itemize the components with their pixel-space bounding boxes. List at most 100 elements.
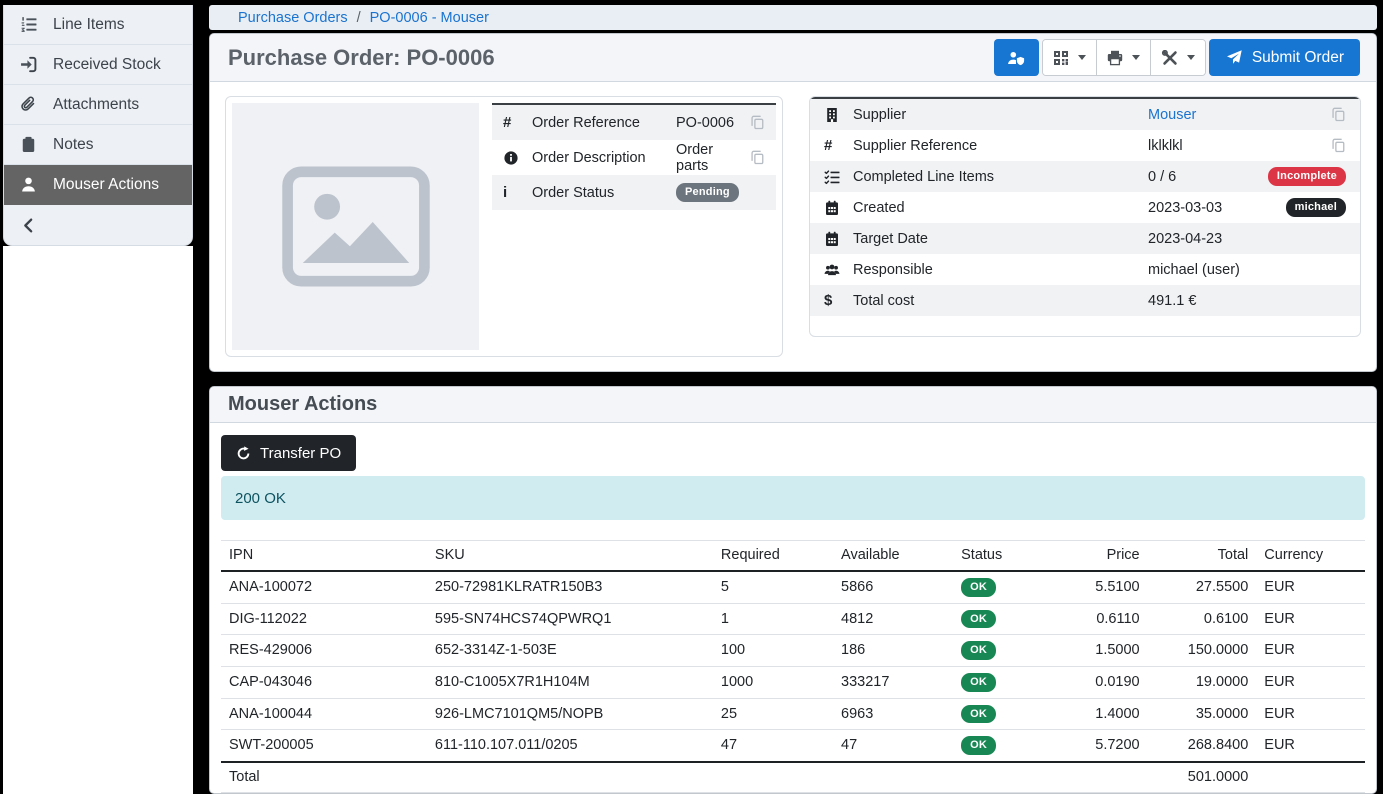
breadcrumb-link-current-order[interactable]: PO-0006 - Mouser	[370, 10, 489, 26]
detail-label: Order Description	[532, 150, 676, 166]
detail-label: Completed Line Items	[853, 169, 1148, 185]
cell-total: 27.5500	[1148, 571, 1257, 603]
submit-order-label: Submit Order	[1252, 49, 1344, 67]
detail-row-order-description: Order DescriptionOrder parts	[492, 140, 776, 175]
cell-total: 268.8400	[1148, 730, 1257, 762]
column-header-required: Required	[713, 541, 833, 572]
cell-ipn: RES-429006	[221, 635, 427, 667]
badge-michael: michael	[1286, 198, 1346, 217]
badge-pending: Pending	[676, 183, 739, 202]
cell-total: 0.6100	[1148, 603, 1257, 635]
line-item-row: CAP-043046810-C1005X7R1H104M1000333217OK…	[221, 667, 1365, 699]
calendar-icon	[824, 200, 840, 216]
detail-row-completed-line-items: Completed Line Items0 / 6 Incomplete	[810, 161, 1360, 192]
sidebar-item-label: Line Items	[53, 16, 125, 34]
detail-row-end	[743, 115, 765, 130]
detail-row-responsible: Responsiblemichael (user)	[810, 254, 1360, 285]
detail-value: 0 / 6	[1148, 169, 1256, 185]
cell-status: OK	[953, 635, 1073, 667]
line-item-row: SWT-200005611-110.107.011/02054747OK5.72…	[221, 730, 1365, 762]
badge-ok: OK	[961, 705, 996, 724]
copy-icon[interactable]	[750, 150, 765, 165]
cell-price: 5.5100	[1073, 571, 1147, 603]
transfer-po-button[interactable]: Transfer PO	[221, 435, 356, 471]
detail-row-end: michael	[1256, 198, 1346, 217]
detail-label: Supplier Reference	[853, 138, 1148, 154]
detail-icon-cell	[824, 107, 853, 123]
column-header-total: Total	[1148, 541, 1257, 572]
caret-down-icon	[1132, 55, 1140, 60]
image-placeholder-icon	[280, 164, 432, 289]
detail-row-end: Incomplete	[1256, 167, 1346, 186]
cell-available: 333217	[833, 667, 953, 699]
copy-icon[interactable]	[1331, 138, 1346, 153]
cell-price: 0.6110	[1073, 603, 1147, 635]
supplier-detail-table: SupplierMouser#Supplier Referencelklklkl…	[810, 97, 1360, 316]
mouser-actions-header: Mouser Actions	[210, 387, 1376, 423]
printer-menu-button[interactable]	[1097, 40, 1151, 75]
cell-status: OK	[953, 571, 1073, 603]
user-permissions-button[interactable]	[994, 39, 1039, 76]
tools-menu-button[interactable]	[1151, 40, 1205, 75]
sidebar-collapse-button[interactable]	[4, 205, 192, 245]
breadcrumb: Purchase Orders / PO-0006 - Mouser	[209, 5, 1377, 30]
dollar-icon: $	[824, 292, 832, 309]
badge-ok: OK	[961, 736, 996, 755]
order-image-placeholder	[232, 103, 479, 350]
cell-ipn: ANA-100044	[221, 698, 427, 730]
detail-icon-cell	[824, 169, 853, 185]
detail-value: Pending	[676, 183, 743, 202]
line-item-row: ANA-100044926-LMC7101QM5/NOPB256963OK1.4…	[221, 698, 1365, 730]
sidebar-item-line-items[interactable]: Line Items	[4, 5, 192, 45]
sidebar-item-label: Attachments	[53, 96, 139, 114]
cell-required: 100	[713, 635, 833, 667]
detail-value-text: 0 / 6	[1148, 169, 1176, 185]
sidebar-item-received-stock[interactable]: Received Stock	[4, 45, 192, 85]
sidebar-item-mouser-actions[interactable]: Mouser Actions	[4, 165, 192, 205]
detail-row-end	[1256, 138, 1346, 153]
cell-total: 19.0000	[1148, 667, 1257, 699]
panel-title: Mouser Actions	[228, 393, 377, 416]
total-row-label: Total	[221, 762, 427, 793]
sidebar-item-attachments[interactable]: Attachments	[4, 85, 192, 125]
line-item-row: ANA-100072250-72981KLRATR150B355866OK5.5…	[221, 571, 1365, 603]
qrcode-menu-button[interactable]	[1043, 40, 1097, 75]
total-row-empty-cell	[427, 762, 713, 793]
column-header-sku: SKU	[427, 541, 713, 572]
sidebar-item-notes[interactable]: Notes	[4, 125, 192, 165]
purchase-order-header: Purchase Order: PO-0006 Submit Order	[210, 34, 1376, 82]
detail-icon-cell: #	[824, 137, 853, 154]
detail-icon-cell: $	[824, 292, 853, 309]
cell-available: 6963	[833, 698, 953, 730]
detail-label: Total cost	[853, 293, 1148, 309]
total-row-empty-cell	[833, 762, 953, 793]
cell-price: 1.5000	[1073, 635, 1147, 667]
cell-sku: 652-3314Z-1-503E	[427, 635, 713, 667]
detail-value: 2023-03-03	[1148, 200, 1256, 216]
left-column: Line Items Received Stock Attachments Notes…	[3, 5, 193, 794]
detail-icon-cell: i	[503, 184, 532, 201]
cell-status: OK	[953, 730, 1073, 762]
cell-price: 1.4000	[1073, 698, 1147, 730]
cell-currency: EUR	[1256, 730, 1365, 762]
detail-label: Order Status	[532, 185, 676, 201]
cell-currency: EUR	[1256, 603, 1365, 635]
detail-label: Responsible	[853, 262, 1148, 278]
detail-row-end	[1256, 107, 1346, 122]
cell-ipn: CAP-043046	[221, 667, 427, 699]
breadcrumb-link-purchase-orders[interactable]: Purchase Orders	[238, 10, 348, 26]
column-header-available: Available	[833, 541, 953, 572]
detail-label: Created	[853, 200, 1148, 216]
cell-status: OK	[953, 698, 1073, 730]
qrcode-icon	[1052, 50, 1070, 66]
table-header-row: IPNSKURequiredAvailableStatusPriceTotalC…	[221, 541, 1365, 572]
clipboard-icon	[19, 136, 38, 153]
supplier-link[interactable]: Mouser	[1148, 107, 1196, 123]
submit-order-button[interactable]: Submit Order	[1209, 39, 1360, 76]
cell-required: 5	[713, 571, 833, 603]
copy-icon[interactable]	[1331, 107, 1346, 122]
status-alert: 200 OK	[221, 476, 1365, 520]
copy-icon[interactable]	[750, 115, 765, 130]
detail-value: 491.1 €	[1148, 293, 1256, 309]
detail-value-text: lklklkl	[1148, 138, 1183, 154]
